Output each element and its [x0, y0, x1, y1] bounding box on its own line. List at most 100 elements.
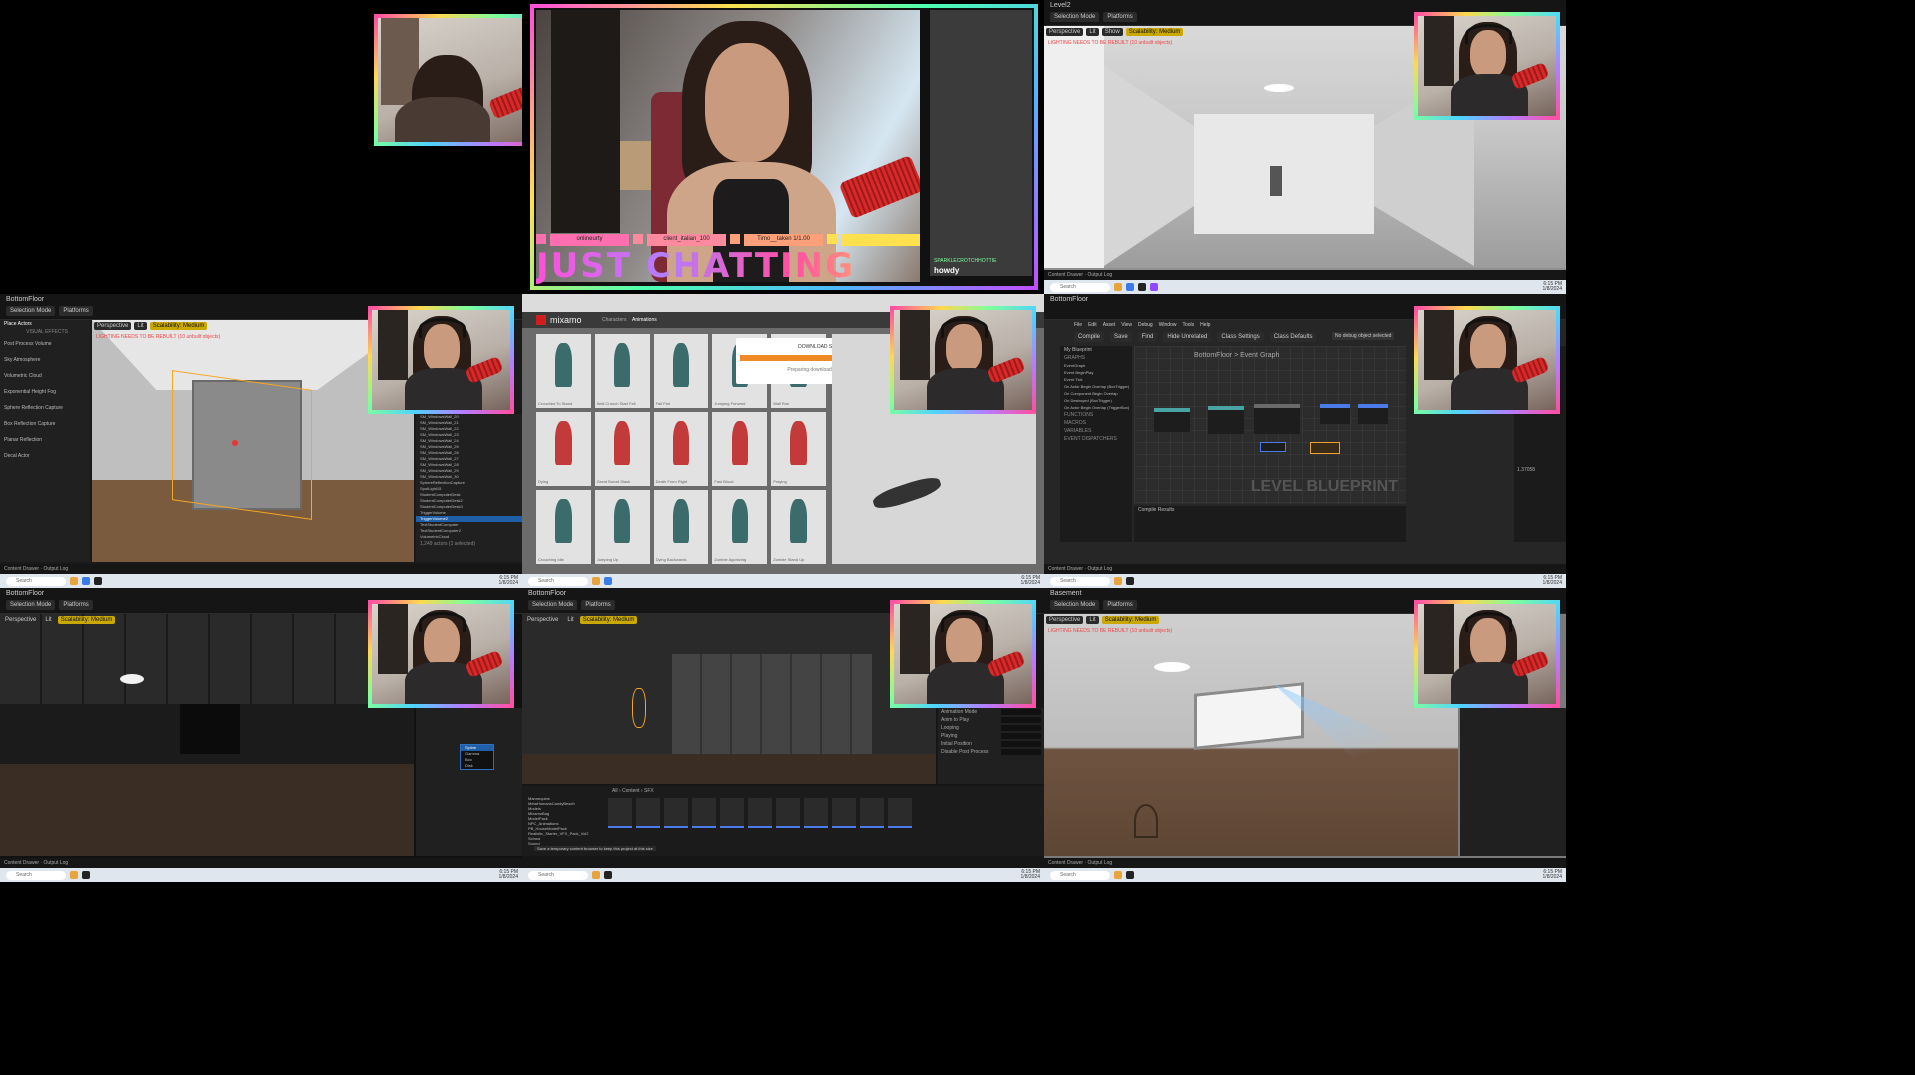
sound-asset-tile[interactable]	[804, 798, 828, 828]
place-actor-item[interactable]: Planar Reflection	[0, 432, 90, 448]
taskbar-search[interactable]: Search	[1050, 870, 1110, 880]
property-value[interactable]	[1001, 733, 1041, 739]
scalability-badge[interactable]: Scalability: Medium	[1125, 28, 1184, 36]
animation-card[interactable]: Dying	[536, 412, 591, 486]
platforms-button[interactable]: Platforms	[1103, 12, 1137, 22]
graph-event-item[interactable]: On Destroyed (BoxTrigger)	[1060, 397, 1132, 404]
animation-card[interactable]: Praying	[771, 412, 826, 486]
perspective-button[interactable]: Perspective	[1046, 616, 1084, 624]
toolbar-button[interactable]: Class Settings	[1217, 332, 1264, 342]
output-log-tab[interactable]: Output Log	[43, 566, 68, 572]
place-actor-item[interactable]: Sphere Reflection Capture	[0, 400, 90, 416]
place-actor-item[interactable]: Post Process Volume	[0, 336, 90, 352]
sound-asset-tile[interactable]	[832, 798, 856, 828]
graph-node[interactable]	[1320, 404, 1350, 424]
lit-button[interactable]: Lit	[134, 322, 147, 330]
scalability-badge[interactable]: Scalability: Medium	[1101, 616, 1160, 624]
output-log-tab[interactable]: Output Log	[43, 860, 68, 866]
scalability-badge[interactable]: Scalability: Medium	[57, 616, 116, 624]
unreal-icon[interactable]	[1126, 871, 1134, 879]
perspective-button[interactable]: Perspective	[524, 616, 562, 624]
content-drawer-tab[interactable]: Content Drawer	[4, 860, 39, 866]
platforms-button[interactable]: Platforms	[581, 600, 615, 610]
selection-mode-button[interactable]: Selection Mode	[1050, 12, 1100, 22]
taskbar-search[interactable]: Search	[1050, 282, 1110, 292]
sound-asset-tile[interactable]	[692, 798, 716, 828]
property-value[interactable]	[1001, 717, 1041, 723]
lit-button[interactable]: Lit	[1086, 28, 1099, 36]
place-actor-item[interactable]: Box Reflection Capture	[0, 416, 90, 432]
unreal-icon[interactable]	[94, 577, 102, 585]
file-explorer-icon[interactable]	[592, 871, 600, 879]
taskbar-search[interactable]: Search	[1050, 576, 1110, 586]
animation-card[interactable]: Dying Backwards	[653, 490, 709, 564]
property-value[interactable]	[1001, 741, 1041, 747]
crumb[interactable]: Content	[622, 788, 640, 794]
platforms-button[interactable]: Platforms	[1103, 600, 1137, 610]
file-explorer-icon[interactable]	[70, 577, 78, 585]
animation-card[interactable]: Wall Crouch Start Fall	[594, 334, 650, 408]
taskbar-search[interactable]: Search	[528, 870, 588, 880]
debug-filter[interactable]: No debug object selected	[1332, 332, 1395, 340]
menu-item[interactable]: File	[1074, 322, 1082, 328]
lit-button[interactable]: Lit	[42, 616, 55, 624]
graph-node[interactable]	[1254, 404, 1300, 434]
scalability-badge[interactable]: Scalability: Medium	[579, 616, 638, 624]
crumb[interactable]: All	[612, 788, 618, 794]
animation-card[interactable]: Jumping Up	[594, 490, 650, 564]
perspective-button[interactable]: Perspective	[1046, 28, 1084, 36]
sound-asset-tile[interactable]	[776, 798, 800, 828]
animation-card[interactable]: Zombie Agonizing	[712, 490, 768, 564]
animation-card[interactable]: Death From Right	[653, 412, 709, 486]
place-actor-item[interactable]: Volumetric Cloud	[0, 368, 90, 384]
graph-node[interactable]	[1358, 404, 1388, 424]
file-explorer-icon[interactable]	[1114, 871, 1122, 879]
graph-node[interactable]	[1310, 442, 1340, 454]
sound-asset-tile[interactable]	[720, 798, 744, 828]
viewport[interactable]: Perspective Lit Scalability: Medium LIGH…	[1044, 614, 1458, 856]
toolbar-button[interactable]: Save	[1110, 332, 1132, 342]
content-drawer-tab[interactable]: Content Drawer	[4, 566, 39, 572]
property-value[interactable]	[1001, 709, 1041, 715]
viewport[interactable]: Perspective Lit Scalability: Medium	[0, 614, 414, 856]
sound-asset-tile[interactable]	[748, 798, 772, 828]
lit-button[interactable]: Lit	[1086, 616, 1099, 624]
event-graph[interactable]: BottomFloor > Event Graph LEVEL BLUEPRIN…	[1134, 346, 1406, 504]
graph-node[interactable]	[1154, 408, 1190, 432]
animation-card[interactable]: Great Sword Slash	[594, 412, 650, 486]
sound-asset-tile[interactable]	[888, 798, 912, 828]
unreal-icon[interactable]	[1126, 577, 1134, 585]
selection-mode-button[interactable]: Selection Mode	[1050, 600, 1100, 610]
unreal-icon[interactable]	[604, 871, 612, 879]
taskbar-search[interactable]: Search	[6, 576, 66, 586]
menu-item[interactable]: Help	[1200, 322, 1210, 328]
output-log-tab[interactable]: Output Log	[1087, 272, 1112, 278]
selection-mode-button[interactable]: Selection Mode	[6, 306, 56, 316]
graph-event-item[interactable]: On Actor Begin Overlap (BoxTrigger)	[1060, 383, 1132, 390]
content-drawer-tab[interactable]: Content Drawer	[1048, 566, 1083, 572]
menu-item[interactable]: Edit	[1088, 322, 1097, 328]
content-drawer-tab[interactable]: Content Drawer	[1048, 272, 1083, 278]
browser-icon[interactable]	[82, 577, 90, 585]
taskbar-search[interactable]: Search	[528, 576, 588, 586]
animation-card[interactable]: Zombie Stand Up	[771, 490, 826, 564]
perspective-button[interactable]: Perspective	[2, 616, 40, 624]
file-explorer-icon[interactable]	[1114, 577, 1122, 585]
nav-characters[interactable]: Characters	[602, 317, 626, 323]
lit-button[interactable]: Lit	[564, 616, 577, 624]
sound-asset-tile[interactable]	[608, 798, 632, 828]
graph-event-item[interactable]: On Actor Begin Overlap (TriggerBox)	[1060, 404, 1132, 411]
details-value[interactable]: 1.37058	[1517, 466, 1535, 474]
animation-card[interactable]: Fall Flat	[653, 334, 709, 408]
selection-mode-button[interactable]: Selection Mode	[528, 600, 578, 610]
property-value[interactable]	[1001, 749, 1041, 755]
menu-item[interactable]: Debug	[1138, 322, 1153, 328]
platforms-button[interactable]: Platforms	[59, 600, 93, 610]
sound-asset-tile[interactable]	[860, 798, 884, 828]
place-actor-item[interactable]: Decal Actor	[0, 448, 90, 464]
toolbar-button[interactable]: Find	[1137, 332, 1158, 342]
file-explorer-icon[interactable]	[1114, 283, 1122, 291]
taskbar-search[interactable]: Search	[6, 870, 66, 880]
perspective-button[interactable]: Perspective	[94, 322, 132, 330]
viewport[interactable]: Perspective Lit Scalability: Medium LIGH…	[92, 320, 414, 562]
